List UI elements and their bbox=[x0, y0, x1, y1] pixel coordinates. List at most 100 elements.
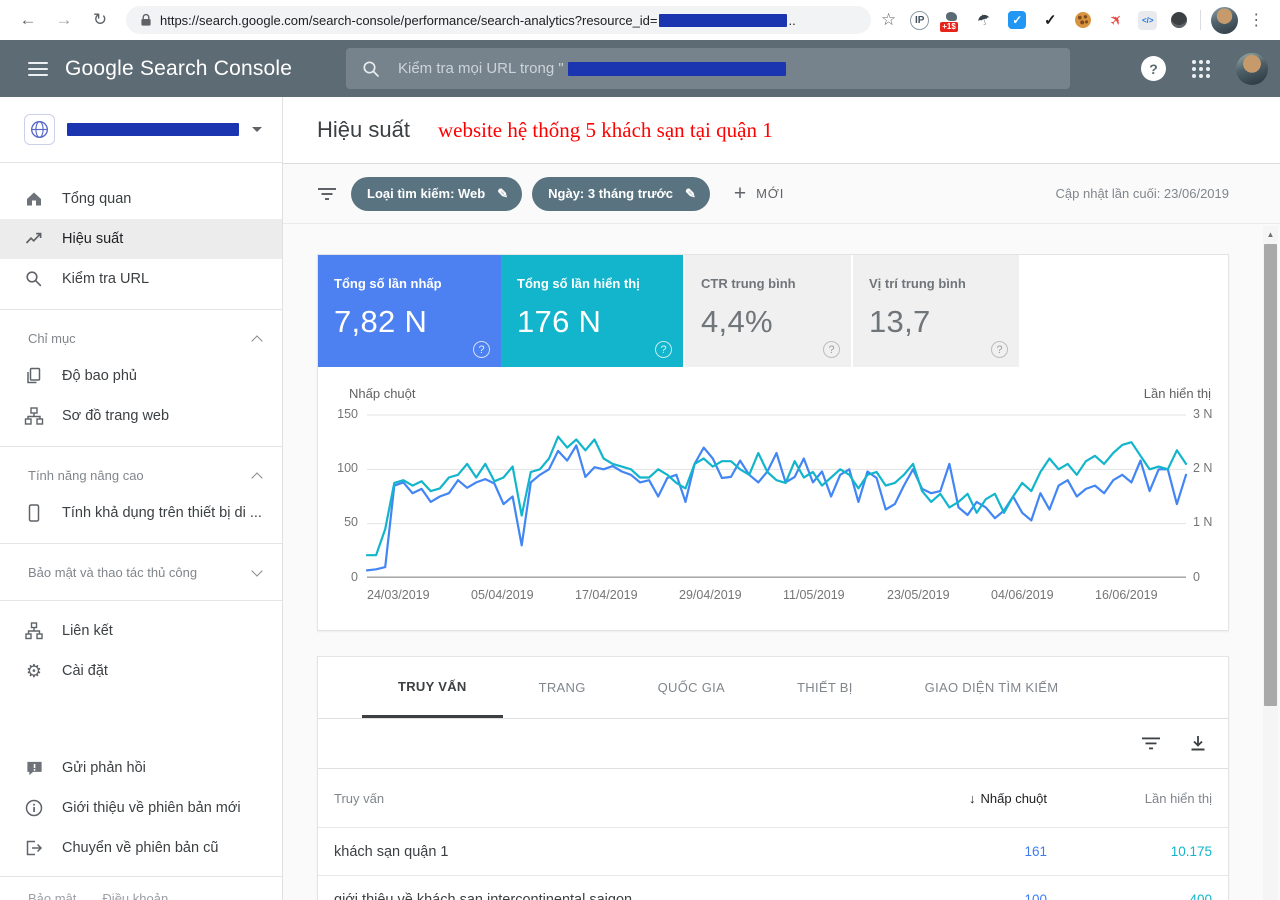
extension-check-icon[interactable]: ✓ bbox=[1039, 9, 1061, 31]
x-axis-tick: 17/04/2019 bbox=[575, 588, 638, 602]
sidebar-item-label: Liên kết bbox=[62, 623, 113, 639]
section-enhancements[interactable]: Tính năng nâng cao bbox=[0, 457, 282, 493]
sidebar-item-label: Cài đặt bbox=[62, 663, 108, 679]
metric-tile-total-clicks[interactable]: Tổng số lần nhấp 7,82 N ? bbox=[318, 255, 501, 367]
sidebar-item-old-version[interactable]: Chuyển về phiên bản cũ bbox=[0, 828, 282, 868]
x-axis-tick: 24/03/2019 bbox=[367, 588, 430, 602]
sidebar-item-coverage[interactable]: Độ bao phủ bbox=[0, 356, 282, 396]
table-row[interactable]: khách sạn quận 1 161 10.175 bbox=[318, 827, 1228, 875]
extension-cookie-icon[interactable] bbox=[1072, 9, 1094, 31]
help-icon[interactable]: ? bbox=[655, 341, 672, 358]
tab-pages[interactable]: TRANG bbox=[503, 657, 622, 718]
url-suffix: .. bbox=[789, 13, 796, 28]
table-row[interactable]: giới thiệu về khách sạn intercontinental… bbox=[318, 875, 1228, 900]
sidebar-item-overview[interactable]: Tổng quan bbox=[0, 179, 282, 219]
filter-icon[interactable] bbox=[317, 186, 337, 202]
filter-chip-search-type[interactable]: Loại tìm kiếm: Web ✎ bbox=[351, 177, 522, 211]
scrollbar-thumb[interactable] bbox=[1264, 244, 1277, 706]
metric-label: Vị trí trung bình bbox=[869, 276, 1003, 291]
extension-incognito-icon[interactable] bbox=[1168, 9, 1190, 31]
scrollbar-up-arrow[interactable]: ▲ bbox=[1263, 226, 1278, 242]
home-icon bbox=[24, 189, 44, 209]
x-axis-tick: 23/05/2019 bbox=[887, 588, 950, 602]
search-icon bbox=[362, 60, 380, 78]
extension-umbrella-icon[interactable]: ☂ bbox=[970, 6, 998, 34]
section-security[interactable]: Bảo mật và thao tác thủ công bbox=[0, 554, 282, 590]
address-bar[interactable]: https://search.google.com/search-console… bbox=[126, 6, 871, 34]
left-axis-tick: 50 bbox=[318, 515, 358, 529]
help-icon[interactable]: ? bbox=[823, 341, 840, 358]
browser-back-button[interactable]: ← bbox=[14, 6, 42, 34]
metric-label: Tổng số lần nhấp bbox=[334, 276, 485, 291]
hamburger-menu-icon[interactable] bbox=[28, 62, 48, 76]
help-icon[interactable]: ? bbox=[991, 341, 1008, 358]
redacted-search-property bbox=[568, 62, 786, 76]
account-avatar[interactable] bbox=[1236, 53, 1268, 85]
dimensions-table-card: TRUY VẤN TRANG QUỐC GIA THIẾT BỊ GIAO DI… bbox=[317, 656, 1229, 900]
section-title: Bảo mật và thao tác thủ công bbox=[28, 565, 197, 580]
section-index[interactable]: Chỉ mục bbox=[0, 320, 282, 356]
metric-tile-total-impressions[interactable]: Tổng số lần hiển thị 176 N ? bbox=[501, 255, 683, 367]
left-axis-tick: 100 bbox=[318, 461, 358, 475]
sidebar-item-label: Sơ đồ trang web bbox=[62, 408, 169, 424]
sidebar-divider bbox=[0, 446, 282, 447]
extension-code-icon[interactable]: </> bbox=[1138, 11, 1157, 30]
sidebar-item-label: Độ bao phủ bbox=[62, 368, 137, 384]
sidebar-item-performance[interactable]: Hiệu suất bbox=[0, 219, 282, 259]
chevron-down-icon bbox=[252, 127, 262, 132]
toolbar-divider bbox=[1200, 10, 1201, 30]
sidebar-item-links[interactable]: Liên kết bbox=[0, 611, 282, 651]
column-header-impressions[interactable]: Lần hiển thị bbox=[1047, 791, 1212, 806]
info-icon bbox=[24, 798, 44, 818]
filter-chip-date-range[interactable]: Ngày: 3 tháng trước ✎ bbox=[532, 177, 710, 211]
sidebar-item-settings[interactable]: ⚙ Cài đặt bbox=[0, 651, 282, 691]
page-title: Hiệu suất bbox=[317, 117, 410, 143]
browser-profile-avatar[interactable] bbox=[1211, 7, 1238, 34]
sidebar-item-mobile-usability[interactable]: Tính khả dụng trên thiết bị di ... bbox=[0, 493, 282, 533]
browser-forward-button[interactable]: → bbox=[50, 6, 78, 34]
sidebar-item-about-new-version[interactable]: Giới thiệu về phiên bản mới bbox=[0, 788, 282, 828]
column-header-query[interactable]: Truy vấn bbox=[334, 791, 927, 806]
metric-tile-average-position[interactable]: Vị trí trung bình 13,7 ? bbox=[853, 255, 1019, 367]
metric-tile-average-ctr[interactable]: CTR trung bình 4,4% ? bbox=[685, 255, 851, 367]
metric-label: CTR trung bình bbox=[701, 276, 835, 291]
extension-rocket-icon[interactable]: ✈ bbox=[1105, 9, 1127, 31]
footer-link-privacy[interactable]: Bảo mật bbox=[28, 891, 76, 900]
dimension-tabs: TRUY VẤN TRANG QUỐC GIA THIẾT BỊ GIAO DI… bbox=[318, 657, 1228, 719]
tab-devices[interactable]: THIẾT BỊ bbox=[761, 657, 889, 718]
sidebar-item-sitemaps[interactable]: Sơ đồ trang web bbox=[0, 396, 282, 436]
sidebar-item-feedback[interactable]: Gửi phản hồi bbox=[0, 748, 282, 788]
download-icon[interactable] bbox=[1190, 735, 1206, 752]
content-area: Tổng số lần nhấp 7,82 N ? Tổng số lần hi… bbox=[283, 224, 1280, 900]
table-filter-icon[interactable] bbox=[1142, 736, 1160, 751]
tab-search-appearance[interactable]: GIAO DIỆN TÌM KIẾM bbox=[889, 657, 1095, 718]
url-inspect-searchbox[interactable]: Kiểm tra mọi URL trong " bbox=[346, 48, 1070, 89]
bookmark-star-icon[interactable]: ☆ bbox=[881, 10, 896, 30]
help-icon[interactable]: ? bbox=[1141, 56, 1166, 81]
last-updated-text: Cập nhật lần cuối: 23/06/2019 bbox=[1056, 186, 1229, 201]
bird-icon bbox=[946, 12, 957, 21]
browser-reload-button[interactable]: ↻ bbox=[86, 6, 114, 34]
apps-grid-icon[interactable] bbox=[1192, 60, 1210, 78]
extension-bird-money-icon[interactable]: +1$ bbox=[940, 9, 962, 31]
browser-menu-icon[interactable]: ⋮ bbox=[1248, 10, 1264, 30]
exit-icon bbox=[24, 838, 44, 858]
x-axis-tick: 29/04/2019 bbox=[679, 588, 742, 602]
tab-countries[interactable]: QUỐC GIA bbox=[622, 657, 761, 718]
metric-tiles: Tổng số lần nhấp 7,82 N ? Tổng số lần hi… bbox=[318, 255, 1228, 367]
property-selector[interactable] bbox=[0, 97, 282, 163]
extension-ip-icon[interactable]: IP bbox=[910, 11, 929, 30]
column-header-clicks[interactable]: ↓Nhấp chuột bbox=[927, 791, 1047, 806]
new-filter-button[interactable]: + MỚI bbox=[734, 182, 784, 206]
tab-queries[interactable]: TRUY VẤN bbox=[362, 657, 503, 718]
performance-line-chart[interactable] bbox=[367, 415, 1186, 578]
sidebar-divider bbox=[0, 543, 282, 544]
footer-link-terms[interactable]: Điều khoản bbox=[102, 891, 168, 900]
sidebar-item-label: Chuyển về phiên bản cũ bbox=[62, 840, 218, 856]
vertical-scrollbar[interactable]: ▲ bbox=[1263, 226, 1278, 900]
extension-bluecheck-icon[interactable]: ✓ bbox=[1006, 9, 1028, 31]
right-axis-tick: 3 N bbox=[1193, 407, 1212, 421]
help-icon[interactable]: ? bbox=[473, 341, 490, 358]
sidebar-spacer bbox=[0, 691, 282, 748]
sidebar-item-url-inspection[interactable]: Kiểm tra URL bbox=[0, 259, 282, 299]
